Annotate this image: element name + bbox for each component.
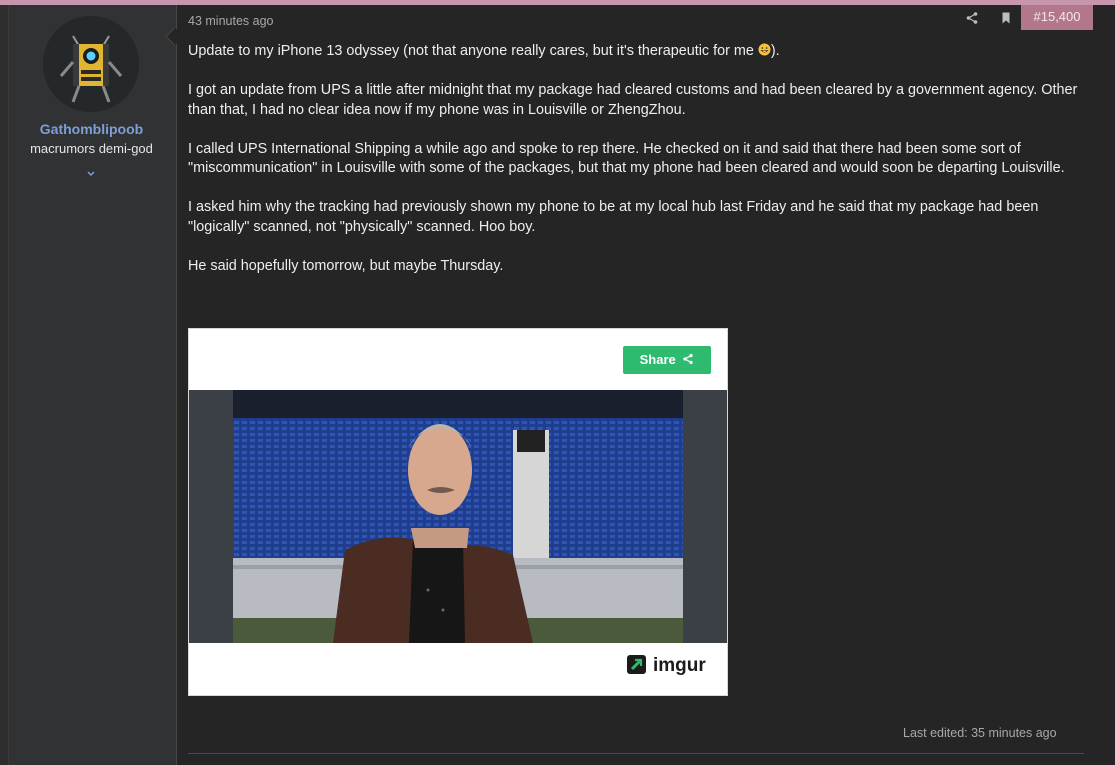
share-icon — [683, 353, 694, 365]
embed-share-label: Share — [639, 352, 676, 367]
post-paragraph-text: Update to my iPhone 13 odyssey (not that… — [188, 43, 754, 59]
imgur-embed: Share imgur — [188, 328, 728, 696]
post-paragraph: I got an update from UPS a little after … — [188, 82, 1078, 118]
avatar[interactable] — [43, 16, 139, 112]
post-paragraph-end: ). — [770, 43, 780, 59]
imgur-logo-icon — [627, 655, 646, 674]
post-paragraph: I asked him why the tracking had previou… — [188, 199, 1039, 235]
post-body: Update to my iPhone 13 odyssey (not that… — [188, 42, 1098, 296]
chevron-down-icon[interactable] — [83, 166, 99, 182]
bookmark-icon[interactable] — [999, 11, 1013, 25]
user-sidebar: Gathomblipoob macrumors demi-god — [9, 5, 177, 765]
post-paragraph: He said hopefully tomorrow, but maybe Th… — [188, 257, 504, 274]
last-edited-note: Last edited: 35 minutes ago — [903, 726, 1057, 740]
share-icon[interactable] — [965, 11, 979, 25]
embedded-gif[interactable] — [189, 390, 727, 643]
grinning-face-icon — [758, 43, 771, 56]
post-number-link[interactable]: #15,400 — [1021, 5, 1093, 30]
post-timestamp[interactable]: 43 minutes ago — [188, 14, 273, 28]
user-title: macrumors demi-god — [30, 141, 153, 156]
post-content: 43 minutes ago #15,400 Update to my iPho… — [177, 5, 1115, 765]
embed-share-button[interactable]: Share — [623, 346, 711, 374]
post-paragraph: I called UPS International Shipping a wh… — [188, 140, 1065, 177]
post-footer-divider — [188, 753, 1084, 754]
left-gutter — [0, 5, 9, 765]
imgur-logo[interactable]: imgur — [627, 655, 706, 677]
username-link[interactable]: Gathomblipoob — [9, 121, 174, 137]
imgur-logo-text: imgur — [653, 655, 706, 676]
post-paragraph: Update to my iPhone 13 odyssey (not that… — [188, 42, 1098, 62]
